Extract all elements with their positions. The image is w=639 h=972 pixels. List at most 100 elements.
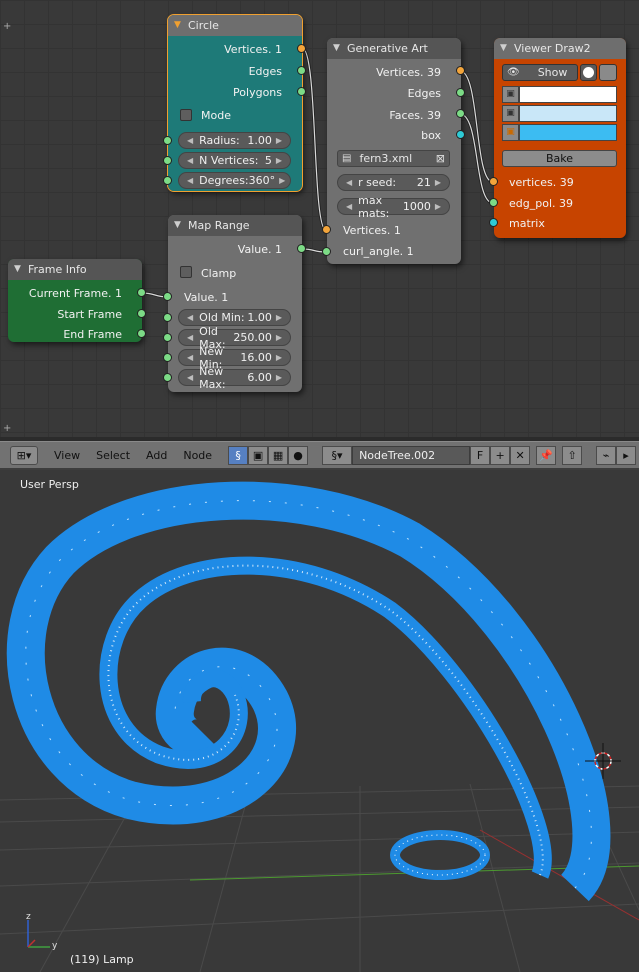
edge-color-row[interactable]: ▣ (502, 105, 617, 122)
output-socket[interactable] (297, 244, 306, 253)
output-socket[interactable] (297, 44, 306, 53)
input-socket[interactable] (322, 247, 331, 256)
input-socket[interactable] (163, 333, 172, 342)
face-color-row[interactable]: ▣ (502, 124, 617, 141)
menu-node[interactable]: Node (175, 449, 220, 462)
n-vertices-field[interactable]: ◀ N Vertices: 5 ▶ (178, 152, 291, 169)
node-generative-art[interactable]: ▼ Generative Art Vertices. 39 Edges Faces… (322, 38, 465, 264)
material-icon[interactable]: ● (288, 445, 309, 465)
edge-color-swatch[interactable] (519, 105, 617, 122)
mode-checkbox[interactable] (180, 109, 192, 121)
field-value: 360° (248, 174, 276, 187)
vertex-color-swatch[interactable] (519, 86, 617, 103)
viewport-canvas[interactable]: z y (0, 470, 639, 972)
snap-mode-icon[interactable]: ▸ (616, 445, 637, 465)
add-icon[interactable]: + (490, 445, 511, 465)
field-value: 21 (416, 176, 431, 189)
sverchok-tree-icon[interactable]: § (228, 445, 249, 465)
node-header[interactable]: ▼ Frame Info (8, 259, 142, 280)
snap-icon[interactable]: ⌁ (596, 445, 617, 465)
new-max-field[interactable]: ◀ New Max: 6.00 ▶ (178, 365, 291, 391)
degrees-field[interactable]: ◀ Degrees: 360° ▶ (178, 172, 291, 189)
close-icon[interactable]: ⊠ (436, 152, 445, 165)
input-socket[interactable] (163, 353, 172, 362)
output-socket[interactable] (137, 329, 146, 338)
clamp-label: Clamp (201, 267, 237, 280)
output-socket[interactable] (456, 88, 465, 97)
collapse-icon[interactable]: ▼ (14, 259, 21, 280)
input-socket[interactable] (163, 292, 172, 301)
editor-type-icon[interactable]: ⊞▾ (10, 445, 38, 465)
output-socket[interactable] (137, 309, 146, 318)
arrow-right-icon: ▶ (275, 333, 282, 342)
input-socket[interactable] (322, 225, 331, 234)
old-max-field[interactable]: ◀ Old Max: 250.00 ▶ (178, 325, 291, 351)
fake-user-button[interactable]: F (470, 445, 491, 465)
input-socket[interactable] (163, 313, 172, 322)
output-socket[interactable] (137, 288, 146, 297)
node-header[interactable]: ▼ Map Range (168, 215, 302, 236)
node-circle[interactable]: ▼ Circle Vertices. 1 Edges Polygons Mode … (163, 14, 306, 192)
text-file-icon: ▤ (342, 153, 352, 164)
output-socket[interactable] (297, 66, 306, 75)
parent-node-icon[interactable]: ⇧ (562, 445, 583, 465)
radius-field[interactable]: ◀ Radius: 1.00 ▶ (178, 132, 291, 149)
node-header[interactable]: ▼ Circle (168, 15, 302, 36)
close-icon[interactable]: ✕ (510, 445, 531, 465)
collapse-icon[interactable]: ▼ (174, 15, 181, 36)
field-label: Old Min: (199, 311, 245, 324)
radio-button[interactable] (580, 64, 597, 81)
clamp-checkbox[interactable] (180, 266, 192, 278)
input-socket[interactable] (163, 136, 172, 145)
input-socket[interactable] (163, 156, 172, 165)
input-socket[interactable] (489, 218, 498, 227)
menu-select[interactable]: Select (88, 449, 138, 462)
pin-icon[interactable]: 📌 (536, 445, 557, 465)
menu-view[interactable]: View (46, 449, 88, 462)
show-toggle[interactable]: 👁 Show (502, 64, 578, 81)
tree-type-icon[interactable]: §▾ (322, 445, 353, 465)
input-socket[interactable] (489, 177, 498, 186)
vertex-color-row[interactable]: ▣ (502, 86, 617, 103)
menu-add[interactable]: Add (138, 449, 175, 462)
output-socket[interactable] (456, 109, 465, 118)
show-label: Show (537, 66, 568, 79)
arrow-right-icon: ▶ (275, 353, 282, 362)
input-socket[interactable] (489, 198, 498, 207)
output-socket[interactable] (456, 130, 465, 139)
collapse-icon[interactable]: ▼ (500, 38, 507, 59)
collapse-icon[interactable]: ▼ (174, 215, 181, 236)
output-vertices: Vertices. 39 (376, 66, 441, 79)
collapse-icon[interactable]: ▼ (333, 38, 340, 59)
texture-icon[interactable]: ▦ (268, 445, 289, 465)
node-header[interactable]: ▼ Viewer Draw2 (494, 38, 626, 59)
old-min-field[interactable]: ◀ Old Min: 1.00 ▶ (178, 309, 291, 326)
arrow-right-icon: ▶ (275, 156, 282, 165)
file-field[interactable]: ▤ fern3.xml ⊠ (337, 150, 450, 167)
svg-text:y: y (52, 941, 58, 951)
option-button[interactable] (599, 64, 617, 81)
node-editor[interactable]: + + ▼ Circle Vertices. 1 Edges Polygons M… (0, 0, 639, 437)
output-socket[interactable] (456, 66, 465, 75)
face-color-swatch[interactable] (519, 124, 617, 141)
node-map-range[interactable]: ▼ Map Range Value. 1 Clamp Value. 1 ◀ Old … (163, 215, 306, 392)
x-axis-line (479, 829, 639, 921)
max-mats-field[interactable]: ◀ max mats: 1000 ▶ (337, 194, 450, 220)
output-socket[interactable] (297, 87, 306, 96)
node-frame-info[interactable]: ▼ Frame Info Current Frame. 1 Start Frame… (8, 259, 146, 342)
input-socket[interactable] (163, 176, 172, 185)
output-value: Value. 1 (237, 243, 282, 256)
node-header[interactable]: ▼ Generative Art (327, 38, 461, 59)
field-label: max mats: (358, 193, 390, 220)
node-viewer-draw[interactable]: ▼ Viewer Draw2 👁 Show ▣ ▣ ▣ Bake vertices… (489, 38, 626, 238)
output-edges: Edges (407, 87, 441, 100)
node-tree-name-field[interactable]: NodeTree.002 (352, 445, 471, 465)
3d-viewport[interactable]: z y User Persp (119) Lamp (0, 470, 639, 972)
r-seed-field[interactable]: ◀ r seed: 21 ▶ (337, 174, 450, 191)
arrow-right-icon: ▶ (434, 202, 441, 211)
input-socket[interactable] (163, 373, 172, 382)
bake-button[interactable]: Bake (502, 150, 617, 167)
fake-user-label: F (476, 448, 484, 462)
new-min-field[interactable]: ◀ New Min: 16.00 ▶ (178, 345, 291, 371)
compositing-icon[interactable]: ▣ (248, 445, 269, 465)
